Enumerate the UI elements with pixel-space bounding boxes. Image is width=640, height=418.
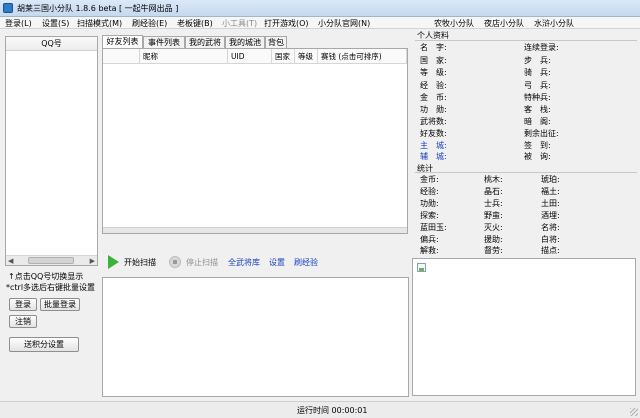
window-title: 胡莱三国小分队 1.8.6 beta [ 一起牛网出品 ]: [17, 4, 179, 13]
login-button[interactable]: 登录: [9, 298, 37, 311]
stat-extinguish: 灭火:: [484, 223, 503, 232]
stat-aid: 援助:: [484, 235, 503, 244]
label-cavalry: 骑 兵:: [524, 68, 551, 77]
refresh-exp-link[interactable]: 刷经验: [294, 257, 318, 268]
column-header-select[interactable]: [103, 49, 140, 64]
label-merit: 功 勋:: [420, 105, 447, 114]
runtime-status: 运行时间 00:00:01: [297, 406, 368, 415]
stat-fortune-soil: 福土:: [541, 187, 560, 196]
resize-grip-icon[interactable]: [630, 408, 638, 416]
stat-white-generals: 白将:: [541, 235, 560, 244]
hint-batch-settings: *ctrl多选后右键批量设置: [6, 283, 96, 292]
stat-reserve-troops: 偏兵:: [420, 235, 439, 244]
menu-official-site[interactable]: 小分队官网(N): [318, 18, 370, 29]
stats-divider: [415, 172, 637, 173]
qq-account-list[interactable]: QQ号 ◀ ▶: [5, 36, 98, 266]
stat-merit: 功勋:: [420, 199, 439, 208]
menu-boss-key[interactable]: 老板键(B): [177, 18, 213, 29]
stop-scan-button[interactable]: 停止扫描: [186, 257, 218, 268]
column-header-nickname[interactable]: 昵称: [140, 49, 228, 64]
label-level: 等 级:: [420, 68, 447, 77]
label-gold: 金 币:: [420, 93, 447, 102]
label-main-city[interactable]: 主 城:: [420, 140, 447, 151]
stat-explore: 探索:: [420, 211, 439, 220]
batch-login-button[interactable]: 批量登录: [40, 298, 80, 311]
stat-points: 描点:: [541, 246, 560, 255]
stat-soldiers: 士兵:: [484, 199, 503, 208]
stat-barbarian: 野蛮:: [484, 211, 503, 220]
label-remaining-expeditions: 剩余出征:: [524, 129, 559, 138]
menu-tools[interactable]: 小工具(T): [222, 18, 257, 29]
label-archer: 弓 兵:: [524, 81, 551, 90]
menu-scan-mode[interactable]: 扫描模式(M): [77, 18, 122, 29]
tab-my-cities[interactable]: 我的城池: [225, 36, 265, 48]
stop-icon[interactable]: [169, 256, 181, 268]
label-inquired: 被 询:: [524, 152, 551, 161]
personal-info-divider: [415, 40, 637, 41]
label-consecutive-login: 连续登录:: [524, 43, 559, 52]
label-special-troops: 特种兵:: [524, 93, 551, 102]
label-name: 名 字:: [420, 43, 447, 52]
avatar-image-panel: [412, 258, 636, 396]
tab-my-generals[interactable]: 我的武将: [185, 36, 225, 48]
label-checkin: 签 到:: [524, 141, 551, 150]
stat-rescue: 解救:: [420, 246, 439, 255]
menu-settings[interactable]: 设置(S): [42, 18, 69, 29]
stat-gold: 金币:: [420, 175, 439, 184]
scroll-left-icon[interactable]: ◀: [8, 257, 13, 265]
stat-famous-generals: 名将:: [541, 223, 560, 232]
menu-login[interactable]: 登录(L): [5, 18, 32, 29]
play-icon[interactable]: [108, 255, 119, 269]
hint-switch-display: ↑点击QQ号切换显示: [8, 272, 84, 281]
window-titlebar: 胡莱三国小分队 1.8.6 beta [ 一起牛网出品 ]: [0, 0, 640, 17]
broken-image-icon: [417, 263, 426, 272]
tab-event-list[interactable]: 事件列表: [143, 36, 185, 48]
stat-supervise: 督劳:: [484, 246, 503, 255]
logout-button[interactable]: 注销: [9, 315, 37, 328]
scan-toolbar: 开始扫描 停止扫描 全武将库 设置 刷经验: [102, 254, 410, 270]
menu-bar: 登录(L) 设置(S) 扫描模式(M) 刷经验(E) 老板键(B) 小工具(T)…: [0, 17, 640, 29]
app-icon: [3, 3, 13, 13]
log-area[interactable]: [102, 277, 409, 397]
qq-list-scrollbar[interactable]: ◀ ▶: [6, 255, 97, 265]
scroll-thumb[interactable]: [28, 257, 74, 264]
stat-jade: 蓝田玉:: [420, 223, 447, 232]
column-header-level[interactable]: 等级: [295, 49, 318, 64]
stat-farmland: 土田:: [541, 199, 560, 208]
status-bar: 运行时间 00:00:01: [0, 401, 640, 418]
stat-wine: 酒埋:: [541, 211, 560, 220]
scroll-right-icon[interactable]: ▶: [90, 257, 95, 265]
stat-peach-wood: 桃木:: [484, 175, 503, 184]
label-inn: 客 栈:: [524, 105, 551, 114]
menu-farm-team[interactable]: 农牧小分队: [434, 18, 474, 29]
friend-table[interactable]: 昵称 UID 国家 等级 赛钱 (点击可排序): [102, 48, 408, 234]
label-secret-pavilion: 暗 阁:: [524, 117, 551, 126]
label-experience: 经 验:: [420, 81, 447, 90]
menu-club-team[interactable]: 夜店小分队: [484, 18, 524, 29]
label-friend-count: 好友数:: [420, 129, 447, 138]
tab-friend-list[interactable]: 好友列表: [102, 35, 143, 48]
label-infantry: 步 兵:: [524, 56, 551, 65]
menu-refresh-exp[interactable]: 刷经验(E): [132, 18, 167, 29]
table-scrollbar[interactable]: [103, 227, 407, 233]
start-scan-button[interactable]: 开始扫描: [124, 257, 156, 268]
stat-experience: 经验:: [420, 187, 439, 196]
qq-column-header[interactable]: QQ号: [6, 37, 97, 51]
label-country: 国 家:: [420, 56, 447, 65]
tab-backpack[interactable]: 背包: [265, 36, 287, 48]
send-points-settings-button[interactable]: 送积分设置: [9, 337, 79, 352]
label-general-count: 武将数:: [420, 117, 447, 126]
stat-amber: 琥珀:: [541, 175, 560, 184]
settings-link[interactable]: 设置: [269, 257, 285, 268]
column-header-money-sortable[interactable]: 赛钱 (点击可排序): [318, 49, 407, 64]
label-sub-city[interactable]: 辅 城:: [420, 151, 447, 162]
all-generals-link[interactable]: 全武将库: [228, 257, 260, 268]
column-header-uid[interactable]: UID: [228, 49, 272, 64]
menu-open-game[interactable]: 打开游戏(O): [264, 18, 309, 29]
menu-shuihu-team[interactable]: 水浒小分队: [534, 18, 574, 29]
column-header-country[interactable]: 国家: [272, 49, 295, 64]
stat-crystal: 晶石:: [484, 187, 503, 196]
